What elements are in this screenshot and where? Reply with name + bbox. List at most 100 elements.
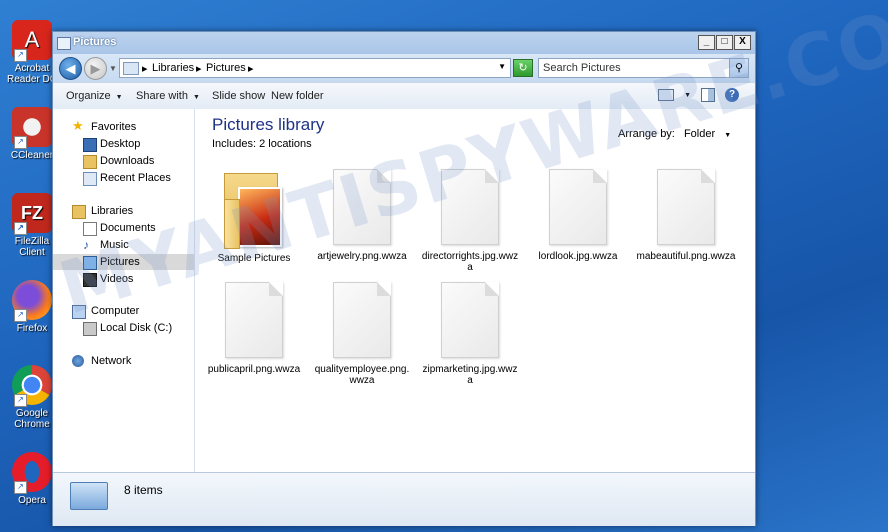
title-bar[interactable]: Pictures _ □ X <box>53 32 755 54</box>
nav-label: Recent Places <box>100 172 171 184</box>
folder-icon <box>224 169 284 249</box>
filezilla-icon: FZ ↗ <box>12 193 52 235</box>
nav-label: Videos <box>100 273 134 285</box>
address-row: ◀ ▶ ▼ ▸ Libraries ▸ Pictures ▸ ▼ ↻ Searc… <box>53 54 755 82</box>
file-item[interactable]: mabeautiful.png.wwza <box>636 169 736 262</box>
chevron-down-icon: ▼ <box>115 94 123 101</box>
explorer-window: Pictures _ □ X ◀ ▶ ▼ ▸ Libraries ▸ Pictu… <box>52 31 756 526</box>
breadcrumb-libraries[interactable]: Libraries <box>152 62 194 74</box>
downloads-icon <box>83 155 97 169</box>
nav-documents[interactable]: Documents <box>53 220 194 236</box>
close-button[interactable]: X <box>734 35 751 50</box>
music-icon: ♪ <box>83 238 89 252</box>
address-bar[interactable]: ▸ Libraries ▸ Pictures ▸ ▼ <box>119 58 511 78</box>
file-item[interactable]: Sample Pictures <box>204 169 304 264</box>
slide-show-button[interactable]: Slide show <box>212 90 265 102</box>
arrange-by-value[interactable]: Folder <box>684 128 715 140</box>
documents-icon <box>83 222 97 236</box>
preview-pane-icon[interactable] <box>701 88 715 102</box>
file-name: publicapril.png.wwza <box>207 364 301 375</box>
search-input[interactable]: Search Pictures ⚲ <box>538 58 749 78</box>
document-icon <box>549 169 607 245</box>
nav-computer[interactable]: Computer <box>53 303 194 319</box>
maximize-button[interactable]: □ <box>716 35 733 50</box>
search-placeholder: Search Pictures <box>543 62 621 74</box>
nav-recent-places[interactable]: Recent Places <box>53 170 194 186</box>
address-dropdown-icon[interactable]: ▼ <box>498 62 506 71</box>
nav-desktop[interactable]: Desktop <box>53 136 194 152</box>
file-name: lordlook.jpg.wwza <box>538 251 618 262</box>
chevron-right-icon[interactable]: ▸ <box>142 62 148 75</box>
document-icon <box>441 169 499 245</box>
file-item[interactable]: qualityemployee.png.wwza <box>312 282 412 386</box>
help-icon[interactable]: ? <box>725 88 739 102</box>
file-name: zipmarketing.jpg.wwza <box>422 364 518 386</box>
file-name: artjewelry.png.wwza <box>317 251 407 262</box>
view-dropdown-icon[interactable]: ▼ <box>684 92 691 99</box>
library-includes[interactable]: Includes: 2 locations <box>212 138 312 150</box>
nav-favorites[interactable]: ★ Favorites <box>53 118 194 135</box>
navigation-pane: ★ Favorites Desktop Downloads Recent Pla… <box>53 109 195 472</box>
network-icon <box>72 355 84 367</box>
window-folder-icon <box>57 37 71 50</box>
file-name: directorrights.jpg.wwza <box>421 251 519 273</box>
content-pane: Pictures library Includes: 2 locations A… <box>195 109 755 472</box>
file-item[interactable]: zipmarketing.jpg.wwza <box>420 282 520 386</box>
refresh-button[interactable]: ↻ <box>513 59 533 77</box>
computer-icon <box>72 305 86 319</box>
forward-button[interactable]: ▶ <box>84 57 107 80</box>
nav-label: Libraries <box>91 205 134 217</box>
change-view-icon[interactable] <box>658 89 675 101</box>
nav-label: Network <box>91 355 132 367</box>
chevron-right-icon[interactable]: ▸ <box>196 62 202 75</box>
details-pane: 8 items <box>53 472 755 526</box>
recent-places-icon <box>83 172 97 186</box>
document-icon <box>441 282 499 358</box>
chevron-right-icon[interactable]: ▸ <box>248 62 254 75</box>
nav-label: Local Disk (C:) <box>100 322 173 334</box>
breadcrumb-pictures[interactable]: Pictures <box>206 62 246 74</box>
chevron-down-icon: ▼ <box>192 94 200 101</box>
opera-icon: ↗ <box>12 452 52 494</box>
file-item[interactable]: directorrights.jpg.wwza <box>420 169 520 273</box>
firefox-icon: ↗ <box>12 280 52 322</box>
disk-icon <box>83 322 97 336</box>
nav-videos[interactable]: Videos <box>53 271 194 287</box>
nav-music[interactable]: ♪ Music <box>53 237 194 253</box>
star-icon: ★ <box>72 118 84 133</box>
videos-icon <box>83 273 97 287</box>
library-icon <box>123 62 139 75</box>
nav-label: Documents <box>100 222 156 234</box>
document-icon <box>333 169 391 245</box>
share-with-menu[interactable]: Share with ▼ <box>136 90 200 102</box>
ccleaner-icon: ↗ <box>12 107 52 149</box>
nav-network[interactable]: Network <box>53 353 194 369</box>
file-item[interactable]: publicapril.png.wwza <box>204 282 304 375</box>
file-item[interactable]: lordlook.jpg.wwza <box>528 169 628 262</box>
document-icon <box>333 282 391 358</box>
library-pictures-icon <box>70 482 108 510</box>
document-icon <box>657 169 715 245</box>
search-icon[interactable]: ⚲ <box>729 59 748 77</box>
nav-local-disk[interactable]: Local Disk (C:) <box>53 320 194 336</box>
minimize-button[interactable]: _ <box>698 35 715 50</box>
organize-menu[interactable]: Organize ▼ <box>66 90 123 102</box>
recent-pages-dropdown-icon[interactable]: ▼ <box>109 64 117 73</box>
nav-libraries[interactable]: Libraries <box>53 203 194 219</box>
window-title: Pictures <box>73 36 117 48</box>
command-bar: Organize ▼ Share with ▼ Slide show New fol… <box>53 82 755 110</box>
nav-pictures[interactable]: Pictures <box>53 254 194 270</box>
nav-downloads[interactable]: Downloads <box>53 153 194 169</box>
new-folder-button[interactable]: New folder <box>271 90 324 102</box>
arrange-by-label: Arrange by: <box>618 128 675 140</box>
chrome-icon: ↗ <box>12 365 52 407</box>
nav-label: Computer <box>91 305 140 317</box>
file-item[interactable]: artjewelry.png.wwza <box>312 169 412 262</box>
file-name: mabeautiful.png.wwza <box>636 251 736 262</box>
nav-label: Pictures <box>100 256 140 268</box>
back-button[interactable]: ◀ <box>59 57 82 80</box>
nav-label: Downloads <box>100 155 155 167</box>
organize-label: Organize <box>66 90 111 102</box>
libraries-icon <box>72 205 86 219</box>
chevron-down-icon[interactable]: ▼ <box>724 132 731 139</box>
